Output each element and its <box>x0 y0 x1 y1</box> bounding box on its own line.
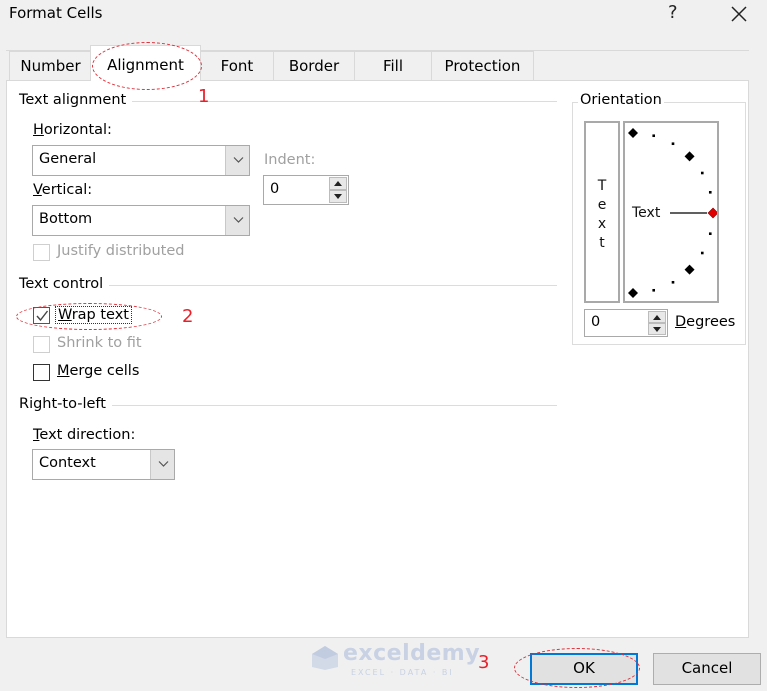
label-text: egrees <box>686 314 736 330</box>
vertical-label: Vertical: <box>33 182 92 198</box>
dial-marker-minor <box>708 232 712 236</box>
annotation-ellipse-ok <box>514 648 640 688</box>
horizontal-value: General <box>39 151 97 167</box>
justify-distributed-label: Justify distributed <box>57 243 185 259</box>
dial-marker-major <box>684 151 695 162</box>
chevron-down-icon <box>233 157 244 163</box>
dialog-title: Format Cells <box>9 4 103 22</box>
chevron-down-icon <box>233 217 244 223</box>
dial-marker-minor <box>671 280 675 284</box>
spin-down-button[interactable] <box>648 323 666 335</box>
spin-up-button[interactable] <box>329 177 347 190</box>
annotation-step-3: 3 <box>478 652 490 673</box>
degrees-spinner[interactable]: 0 <box>584 309 668 337</box>
arrow-up-icon <box>334 181 342 186</box>
justify-distributed-checkbox[interactable] <box>33 244 50 261</box>
text-direction-select[interactable]: Context <box>32 449 175 480</box>
indent-label: Indent: <box>264 152 316 168</box>
label-text: ext direction: <box>39 427 136 443</box>
annotation-ellipse-alignment-tab <box>92 42 202 90</box>
dial-marker-minor <box>652 134 656 138</box>
vertical-text-letter: e <box>597 197 607 213</box>
dropdown-button[interactable] <box>225 206 249 235</box>
mnemonic: V <box>33 182 42 198</box>
text-alignment-heading: Text alignment <box>19 92 133 108</box>
dial-marker-major <box>684 264 695 275</box>
tab-font[interactable]: Font <box>200 51 274 80</box>
orientation-dial[interactable]: Text <box>623 121 719 303</box>
dial-marker-minor <box>700 251 704 255</box>
watermark-name: exceldemy <box>343 641 481 666</box>
dial-marker-active <box>707 207 717 219</box>
merge-cells-checkbox[interactable] <box>33 364 50 381</box>
dial-marker-minor <box>708 190 712 194</box>
dial-marker-major <box>628 128 638 138</box>
mnemonic: M <box>57 363 70 379</box>
exceldemy-logo-icon <box>312 646 338 670</box>
annotation-step-2: 2 <box>182 306 194 327</box>
text-direction-label: Text direction: <box>33 427 135 443</box>
mnemonic: H <box>33 122 44 138</box>
shrink-to-fit-label: Shrink to fit <box>57 335 142 351</box>
arrow-down-icon <box>653 327 661 332</box>
spin-down-button[interactable] <box>329 190 347 203</box>
orientation-heading: Orientation <box>578 92 664 108</box>
vertical-value: Bottom <box>39 211 93 227</box>
dial-marker-minor <box>700 171 704 175</box>
arrow-down-icon <box>334 194 342 199</box>
dropdown-button[interactable] <box>150 450 174 479</box>
label-text: erge cells <box>69 363 140 379</box>
close-icon <box>731 6 747 22</box>
indent-value: 0 <box>270 181 280 197</box>
tab-fill[interactable]: Fill <box>354 51 432 80</box>
dial-marker-minor <box>652 288 656 292</box>
vertical-text-button[interactable]: T e x t <box>584 121 620 303</box>
help-button[interactable]: ? <box>668 2 678 23</box>
shrink-to-fit-checkbox[interactable] <box>33 336 50 353</box>
text-control-heading: Text control <box>19 276 110 292</box>
degrees-label: Degrees <box>675 314 735 330</box>
spin-up-button[interactable] <box>648 311 666 323</box>
horizontal-label: Horizontal: <box>33 122 112 138</box>
vertical-text-letter: x <box>597 216 607 232</box>
horizontal-select[interactable]: General <box>32 145 250 176</box>
vertical-text-letter: T <box>597 178 607 194</box>
vertical-select[interactable]: Bottom <box>32 205 250 236</box>
label-text: ertical: <box>41 182 93 198</box>
dropdown-button[interactable] <box>225 146 249 175</box>
merge-cells-label: Merge cells <box>57 363 139 379</box>
mnemonic: D <box>675 314 687 330</box>
annotation-step-1: 1 <box>198 86 210 107</box>
chevron-down-icon <box>158 461 169 467</box>
dial-marker-minor <box>671 142 675 146</box>
tab-number[interactable]: Number <box>9 51 92 80</box>
text-direction-value: Context <box>39 455 96 471</box>
tab-border[interactable]: Border <box>273 51 355 80</box>
degrees-value: 0 <box>591 314 601 330</box>
arrow-up-icon <box>653 315 661 320</box>
annotation-ellipse-wrap-text <box>16 303 162 330</box>
dial-text: Text <box>632 205 661 221</box>
tab-protection[interactable]: Protection <box>431 51 534 80</box>
cancel-button[interactable]: Cancel <box>653 653 761 685</box>
watermark-tagline: EXCEL · DATA · BI <box>351 668 454 677</box>
label-text: orizontal: <box>43 122 112 138</box>
close-button[interactable] <box>727 0 751 28</box>
right-to-left-heading: Right-to-left <box>19 396 112 412</box>
dial-marker-major <box>628 288 638 298</box>
watermark: exceldemy EXCEL · DATA · BI <box>311 641 480 681</box>
vertical-text-letter: t <box>599 235 605 251</box>
indent-spinner[interactable]: 0 <box>263 175 349 205</box>
